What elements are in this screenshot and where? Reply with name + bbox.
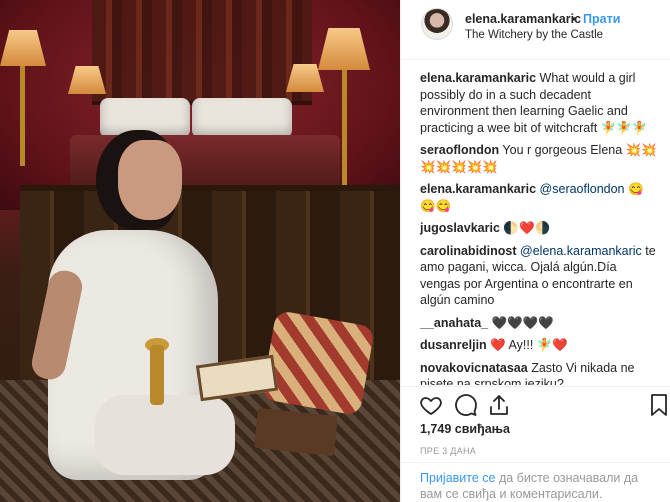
post-sidebar: elena.karamankaric • Прати The Witchery … [400, 0, 670, 502]
comments-list[interactable]: elena.karamankaric What would a girl pos… [401, 60, 670, 385]
lamp-right-stem [342, 70, 347, 190]
login-prompt: Пријавите се да бисте означавали да вам … [401, 462, 670, 502]
header-username[interactable]: elena.karamankaric [465, 12, 581, 26]
bookmark-icon[interactable] [647, 393, 670, 417]
comment-mention[interactable]: @elena.karamankaric [520, 244, 642, 258]
action-bar [401, 386, 670, 422]
avatar[interactable] [421, 8, 453, 40]
comment-text: 🖤🖤🖤🖤 [491, 315, 554, 330]
comment-username[interactable]: __anahata_ [420, 316, 488, 330]
comment-username[interactable]: elena.karamankaric [420, 71, 536, 85]
person-face [118, 140, 182, 220]
comment-icon[interactable] [454, 393, 478, 417]
location-link[interactable]: The Witchery by the Castle [465, 29, 603, 41]
comment-item: seraoflondon You r gorgeous Elena 💥💥💥💥💥💥… [420, 142, 659, 175]
heart-icon[interactable] [419, 393, 443, 417]
comment-item: elena.karamankaric @seraoflondon 😋😋😋 [420, 181, 659, 214]
lamp-left-stem [20, 66, 25, 166]
post-photo[interactable] [0, 0, 400, 502]
comment-username[interactable]: seraoflondon [420, 143, 499, 157]
post-date[interactable]: ПРЕ 3 ДАНА [420, 446, 476, 456]
separator-dot: • [572, 12, 577, 26]
comment-text: ❤️ Ay!!! 🧚❤️ [490, 338, 568, 352]
share-icon[interactable] [487, 393, 511, 417]
comment-username[interactable]: carolinabidinost [420, 244, 517, 258]
book-stack [254, 407, 338, 457]
post-header: elena.karamankaric • Прати The Witchery … [401, 0, 670, 60]
comment-item: carolinabidinost @elena.karamankaric te … [420, 243, 659, 309]
comment-text: 🌓❤️🌗 [503, 221, 551, 235]
comment-item: novakovicnatasaa Zasto Vi nikada ne pise… [420, 360, 659, 386]
person-legs [95, 395, 235, 475]
comment-item: elena.karamankaric What would a girl pos… [420, 70, 659, 136]
candlestick [150, 345, 164, 405]
comment-username[interactable]: elena.karamankaric [420, 182, 536, 196]
pillow-right [192, 98, 292, 138]
follow-button[interactable]: Прати [583, 12, 620, 26]
comment-username[interactable]: jugoslavkaric [420, 221, 500, 235]
comment-username[interactable]: dusanreljin [420, 338, 487, 352]
photo-headboard-carving [92, 0, 312, 105]
comment-item: jugoslavkaric 🌓❤️🌗 [420, 220, 659, 237]
comment-mention[interactable]: @seraoflondon [540, 182, 625, 196]
comment-item: __anahata_ 🖤🖤🖤🖤 [420, 315, 659, 332]
login-link[interactable]: Пријавите се [420, 471, 495, 485]
likes-count[interactable]: 1,749 свиђања [420, 422, 510, 436]
comment-item: dusanreljin ❤️ Ay!!! 🧚❤️ [420, 337, 659, 354]
comment-username[interactable]: novakovicnatasaa [420, 361, 528, 375]
cushion [260, 310, 376, 416]
